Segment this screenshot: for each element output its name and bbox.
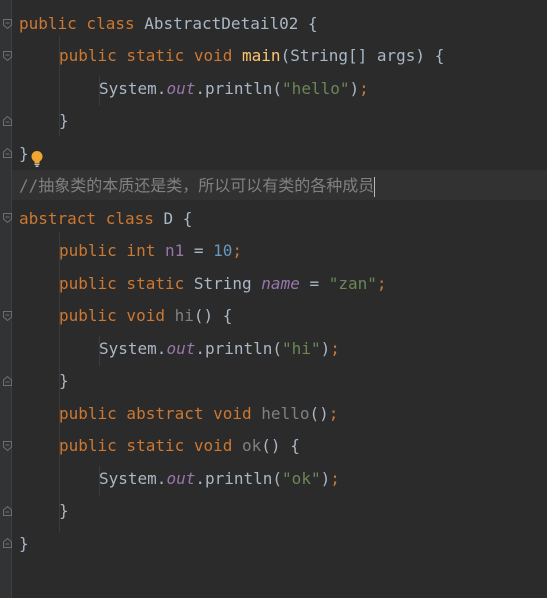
code-text: () { bbox=[261, 436, 300, 455]
number-literal: 10 bbox=[213, 241, 233, 260]
code-text: } bbox=[59, 371, 69, 390]
string-literal: "zan" bbox=[328, 274, 377, 293]
static-field: out bbox=[166, 79, 196, 98]
code-line[interactable]: //抽象类的本质还是类，所以可以有类的各种成员 bbox=[19, 174, 376, 198]
keyword: abstract class bbox=[19, 209, 164, 228]
semicolon: ; bbox=[232, 241, 243, 260]
code-line[interactable]: public int n1 = 10; bbox=[59, 239, 242, 263]
string-literal: "ok" bbox=[282, 469, 321, 488]
code-text: System. bbox=[99, 339, 167, 358]
semicolon: ; bbox=[376, 274, 387, 293]
semicolon: ; bbox=[359, 79, 369, 98]
method-name: hello bbox=[261, 404, 310, 423]
method-name: main bbox=[242, 46, 281, 65]
keyword: public void bbox=[59, 306, 175, 325]
code-text: .println( bbox=[195, 79, 283, 98]
fold-marker-icon[interactable] bbox=[3, 376, 12, 386]
semicolon: ; bbox=[330, 339, 340, 358]
fold-marker-icon[interactable] bbox=[3, 148, 12, 158]
code-line[interactable]: } bbox=[19, 532, 29, 556]
code-text: () bbox=[309, 404, 329, 423]
type-name: String bbox=[193, 274, 262, 293]
code-text: ) bbox=[320, 339, 331, 358]
code-text: } bbox=[59, 501, 69, 520]
comment: //抽象类的本质还是类，所以可以有类的各种成员 bbox=[19, 176, 375, 195]
fold-marker-icon[interactable] bbox=[3, 213, 12, 223]
keyword: public abstract void bbox=[59, 404, 262, 423]
code-line[interactable]: public static void main(String[] args) { bbox=[59, 44, 444, 68]
keyword: public static bbox=[59, 274, 194, 293]
fold-marker-icon[interactable] bbox=[3, 441, 12, 451]
code-line[interactable]: public abstract void hello(); bbox=[59, 402, 338, 426]
fold-marker-icon[interactable] bbox=[3, 538, 12, 548]
string-literal: "hello" bbox=[282, 79, 350, 98]
code-text: } bbox=[59, 111, 69, 130]
fold-marker-icon[interactable] bbox=[3, 19, 12, 29]
code-line[interactable]: } bbox=[59, 499, 69, 523]
keyword: public static void bbox=[59, 46, 243, 65]
code-text: () { bbox=[193, 306, 233, 325]
code-text: ) bbox=[320, 469, 331, 488]
class-name: D { bbox=[163, 209, 193, 228]
semicolon: ; bbox=[328, 404, 339, 423]
code-line[interactable]: System.out.println("hello"); bbox=[99, 77, 369, 101]
code-text: = bbox=[184, 241, 214, 260]
code-text: .println( bbox=[195, 339, 283, 358]
code-line[interactable]: System.out.println("hi"); bbox=[99, 337, 340, 361]
code-line[interactable]: public void hi() { bbox=[59, 304, 232, 328]
code-text: ) bbox=[349, 79, 360, 98]
code-line[interactable]: } bbox=[19, 142, 29, 166]
fold-marker-icon[interactable] bbox=[3, 311, 12, 321]
code-line[interactable]: System.out.println("ok"); bbox=[99, 467, 340, 491]
code-text: (String[] args) { bbox=[280, 46, 445, 65]
fold-marker-icon[interactable] bbox=[3, 506, 12, 516]
lightbulb-icon[interactable] bbox=[30, 150, 44, 168]
static-field: out bbox=[166, 469, 196, 488]
code-text: System. bbox=[99, 469, 167, 488]
code-text: System. bbox=[99, 79, 167, 98]
static-field: out bbox=[166, 339, 196, 358]
keyword: public class bbox=[19, 14, 145, 33]
field-name: n1 bbox=[164, 241, 185, 260]
code-line[interactable]: public static void ok() { bbox=[59, 434, 300, 458]
text-cursor bbox=[374, 176, 376, 197]
keyword: public static void bbox=[59, 436, 243, 455]
class-name: AbstractDetail02 { bbox=[144, 14, 318, 33]
code-line[interactable]: abstract class D { bbox=[19, 207, 192, 231]
code-text: } bbox=[19, 144, 29, 163]
code-editor[interactable]: public class AbstractDetail02 { public s… bbox=[0, 0, 547, 598]
fold-marker-icon[interactable] bbox=[3, 116, 12, 126]
method-name: ok bbox=[242, 436, 262, 455]
code-line[interactable]: public class AbstractDetail02 { bbox=[19, 12, 318, 36]
code-line[interactable]: } bbox=[59, 369, 69, 393]
code-line[interactable]: public static String name = "zan"; bbox=[59, 272, 387, 296]
code-text: } bbox=[19, 534, 29, 553]
static-field: name bbox=[261, 274, 300, 293]
method-name: hi bbox=[174, 306, 194, 325]
code-text: .println( bbox=[195, 469, 283, 488]
fold-marker-icon[interactable] bbox=[3, 51, 12, 61]
string-literal: "hi" bbox=[282, 339, 321, 358]
code-text: = bbox=[299, 274, 329, 293]
keyword: public int bbox=[59, 241, 165, 260]
code-line[interactable]: } bbox=[59, 109, 69, 133]
semicolon: ; bbox=[330, 469, 340, 488]
